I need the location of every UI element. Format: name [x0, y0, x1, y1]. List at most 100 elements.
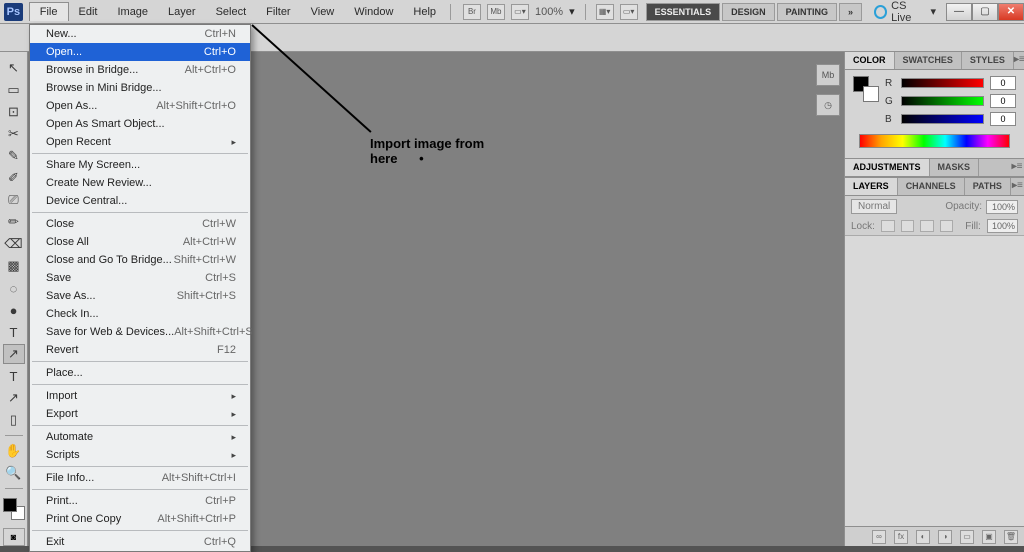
minibridge-icon[interactable]: Mb — [487, 4, 505, 20]
shape-tool[interactable]: ▯ — [3, 410, 25, 430]
cslive-button[interactable]: CS Live ▾ — [868, 0, 942, 24]
menu-item-device-central-[interactable]: Device Central... — [30, 192, 250, 210]
b-slider[interactable] — [901, 114, 984, 124]
crop-tool[interactable]: ✎ — [3, 146, 25, 166]
new-fill-adj-icon[interactable]: ◑ — [938, 530, 952, 544]
menu-item-import[interactable]: Import — [30, 387, 250, 405]
screenmode2-icon[interactable]: ▭▾ — [620, 4, 638, 20]
menu-item-file-info-[interactable]: File Info...Alt+Shift+Ctrl+I — [30, 469, 250, 487]
menu-item-print-one-copy[interactable]: Print One CopyAlt+Shift+Ctrl+P — [30, 510, 250, 528]
menu-item-close[interactable]: CloseCtrl+W — [30, 215, 250, 233]
adj-panel-menu-icon[interactable]: ▸≡ — [1010, 159, 1024, 176]
menu-filter[interactable]: Filter — [256, 3, 300, 21]
delete-layer-icon[interactable]: 🗑 — [1004, 530, 1018, 544]
menu-item-exit[interactable]: ExitCtrl+Q — [30, 533, 250, 551]
menu-window[interactable]: Window — [344, 3, 403, 21]
minimize-button[interactable]: — — [946, 3, 972, 21]
ws-design[interactable]: DESIGN — [722, 3, 775, 21]
menu-item-check-in-[interactable]: Check In... — [30, 305, 250, 323]
zoom-label[interactable]: 100% — [535, 6, 563, 18]
r-slider[interactable] — [901, 78, 984, 88]
fg-bg-swatches[interactable] — [3, 498, 25, 520]
healing-tool[interactable]: ⎚ — [3, 190, 25, 210]
menu-item-open-recent[interactable]: Open Recent — [30, 133, 250, 151]
eyedropper-tool[interactable]: ✐ — [3, 168, 25, 188]
maximize-button[interactable]: ▢ — [972, 3, 998, 21]
menu-item-open-as-[interactable]: Open As...Alt+Shift+Ctrl+O — [30, 97, 250, 115]
brush-tool[interactable]: ✏ — [3, 212, 25, 232]
menu-file[interactable]: File — [29, 2, 69, 21]
layers-list[interactable] — [845, 236, 1024, 526]
tab-layers[interactable]: LAYERS — [845, 178, 898, 195]
menu-item-save-for-web-devices-[interactable]: Save for Web & Devices...Alt+Shift+Ctrl+… — [30, 323, 250, 341]
move-tool[interactable]: ↖ — [3, 58, 25, 78]
menu-item-share-my-screen-[interactable]: Share My Screen... — [30, 156, 250, 174]
menu-item-create-new-review-[interactable]: Create New Review... — [30, 174, 250, 192]
ws-more[interactable]: » — [839, 3, 862, 21]
menu-item-automate[interactable]: Automate — [30, 428, 250, 446]
tab-swatches[interactable]: SWATCHES — [895, 52, 962, 69]
history-brush-tool[interactable]: ▩ — [3, 256, 25, 276]
menu-item-scripts[interactable]: Scripts — [30, 446, 250, 464]
minibridge-dock-icon[interactable]: Mb — [816, 64, 840, 86]
menu-item-save[interactable]: SaveCtrl+S — [30, 269, 250, 287]
lock-pixels-icon[interactable] — [901, 220, 915, 232]
ws-painting[interactable]: PAINTING — [777, 3, 837, 21]
new-group-icon[interactable]: ▭ — [960, 530, 974, 544]
history-dock-icon[interactable]: ◷ — [816, 94, 840, 116]
color-panel-menu-icon[interactable]: ▸≡ — [1014, 52, 1024, 69]
menu-item-export[interactable]: Export — [30, 405, 250, 423]
screenmode-icon[interactable]: ▭▾ — [511, 4, 529, 20]
blur-tool[interactable]: T — [3, 322, 25, 342]
bridge-icon[interactable]: Br — [463, 4, 481, 20]
lock-transparent-icon[interactable] — [881, 220, 895, 232]
menu-view[interactable]: View — [301, 3, 345, 21]
path-tool[interactable]: ↗ — [3, 388, 25, 408]
link-layers-icon[interactable]: ∞ — [872, 530, 886, 544]
menu-help[interactable]: Help — [403, 3, 446, 21]
menu-item-close-all[interactable]: Close AllAlt+Ctrl+W — [30, 233, 250, 251]
menu-item-revert[interactable]: RevertF12 — [30, 341, 250, 359]
fill-input[interactable]: 100% — [987, 219, 1018, 233]
menu-item-print-[interactable]: Print...Ctrl+P — [30, 492, 250, 510]
background-swatch[interactable] — [863, 86, 879, 102]
arrange-icon[interactable]: ▦▾ — [596, 4, 614, 20]
quickmask-toggle[interactable]: ◙ — [3, 528, 25, 546]
quick-select-tool[interactable]: ✂ — [3, 124, 25, 144]
menu-item-save-as-[interactable]: Save As...Shift+Ctrl+S — [30, 287, 250, 305]
hand-tool[interactable]: ✋ — [3, 441, 25, 461]
menu-edit[interactable]: Edit — [69, 3, 108, 21]
tab-styles[interactable]: STYLES — [962, 52, 1014, 69]
g-slider[interactable] — [901, 96, 984, 106]
tab-channels[interactable]: CHANNELS — [898, 178, 965, 195]
lock-position-icon[interactable] — [920, 220, 934, 232]
tab-paths[interactable]: PATHS — [965, 178, 1011, 195]
tab-color[interactable]: COLOR — [845, 52, 895, 69]
tab-masks[interactable]: MASKS — [930, 159, 980, 176]
menu-select[interactable]: Select — [206, 3, 257, 21]
menu-item-new-[interactable]: New...Ctrl+N — [30, 25, 250, 43]
layers-panel-menu-icon[interactable]: ▸≡ — [1011, 178, 1024, 195]
menu-item-browse-in-mini-bridge-[interactable]: Browse in Mini Bridge... — [30, 79, 250, 97]
b-value[interactable]: 0 — [990, 112, 1016, 126]
dodge-tool[interactable]: ↗ — [3, 344, 25, 364]
blend-mode-select[interactable]: Normal — [851, 199, 897, 214]
color-swatch-pair[interactable] — [853, 76, 879, 102]
lock-all-icon[interactable] — [940, 220, 954, 232]
close-button[interactable]: ✕ — [998, 3, 1024, 21]
r-value[interactable]: 0 — [990, 76, 1016, 90]
menu-item-open-[interactable]: Open...Ctrl+O — [30, 43, 250, 61]
color-ramp[interactable] — [859, 134, 1010, 148]
clone-tool[interactable]: ⌫ — [3, 234, 25, 254]
menu-layer[interactable]: Layer — [158, 3, 206, 21]
g-value[interactable]: 0 — [990, 94, 1016, 108]
layer-mask-icon[interactable]: ◐ — [916, 530, 930, 544]
menu-image[interactable]: Image — [107, 3, 158, 21]
menu-item-open-as-smart-object-[interactable]: Open As Smart Object... — [30, 115, 250, 133]
fg-swatch[interactable] — [3, 498, 17, 512]
menu-item-close-and-go-to-bridge-[interactable]: Close and Go To Bridge...Shift+Ctrl+W — [30, 251, 250, 269]
zoom-tool[interactable]: 🔍 — [3, 463, 25, 483]
lasso-tool[interactable]: ⊡ — [3, 102, 25, 122]
gradient-tool[interactable]: ● — [3, 300, 25, 320]
menu-item-browse-in-bridge-[interactable]: Browse in Bridge...Alt+Ctrl+O — [30, 61, 250, 79]
